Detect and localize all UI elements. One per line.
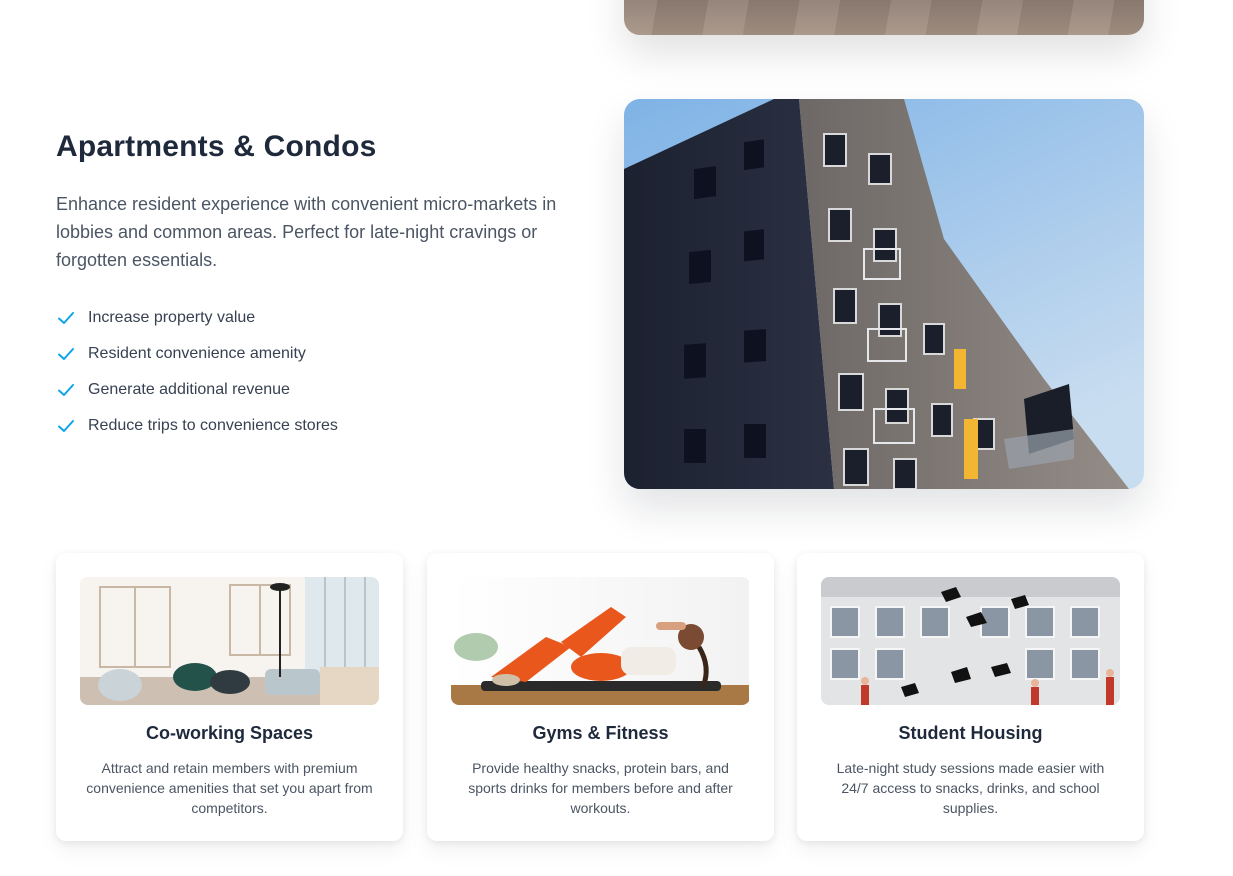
use-case-cards: Co-working Spaces Attract and retain mem… [56, 553, 1144, 841]
fitness-illustration [451, 577, 749, 705]
previous-section-image [624, 0, 1144, 35]
feature-label: Reduce trips to convenience stores [88, 417, 338, 434]
card-description: Provide healthy snacks, protein bars, an… [468, 760, 733, 816]
coworking-photo [80, 577, 379, 705]
card-title: Gyms & Fitness [532, 723, 669, 743]
check-icon [58, 312, 74, 324]
card-coworking[interactable]: Co-working Spaces Attract and retain mem… [56, 553, 403, 841]
feature-item: Reduce trips to convenience stores [56, 408, 586, 444]
feature-label: Resident convenience amenity [88, 345, 306, 362]
feature-item: Generate additional revenue [56, 372, 586, 408]
card-title: Student Housing [898, 723, 1043, 743]
apartments-section: Apartments & Condos Enhance resident exp… [56, 130, 586, 444]
feature-list: Increase property value Resident conveni… [56, 300, 586, 444]
graduation-illustration [821, 577, 1120, 705]
apartments-description: Enhance resident experience with conveni… [56, 194, 557, 270]
feature-item: Resident convenience amenity [56, 336, 586, 372]
coworking-illustration [80, 577, 379, 705]
check-icon [58, 384, 74, 396]
check-icon [58, 420, 74, 432]
fitness-photo [451, 577, 750, 705]
check-icon [58, 348, 74, 360]
card-title: Co-working Spaces [145, 723, 314, 743]
card-student-housing[interactable]: Student Housing Late-night study session… [797, 553, 1144, 841]
feature-label: Increase property value [88, 309, 256, 326]
apartment-building-photo [624, 99, 1144, 489]
feature-label: Generate additional revenue [88, 381, 290, 398]
apartment-building-illustration [624, 99, 1144, 489]
card-description: Late-night study sessions made easier wi… [836, 760, 1105, 816]
student-housing-photo [821, 577, 1120, 705]
apartments-title: Apartments & Condos [56, 130, 377, 163]
card-description: Attract and retain members with premium … [86, 760, 373, 816]
card-gyms[interactable]: Gyms & Fitness Provide healthy snacks, p… [427, 553, 774, 841]
feature-item: Increase property value [56, 300, 586, 336]
